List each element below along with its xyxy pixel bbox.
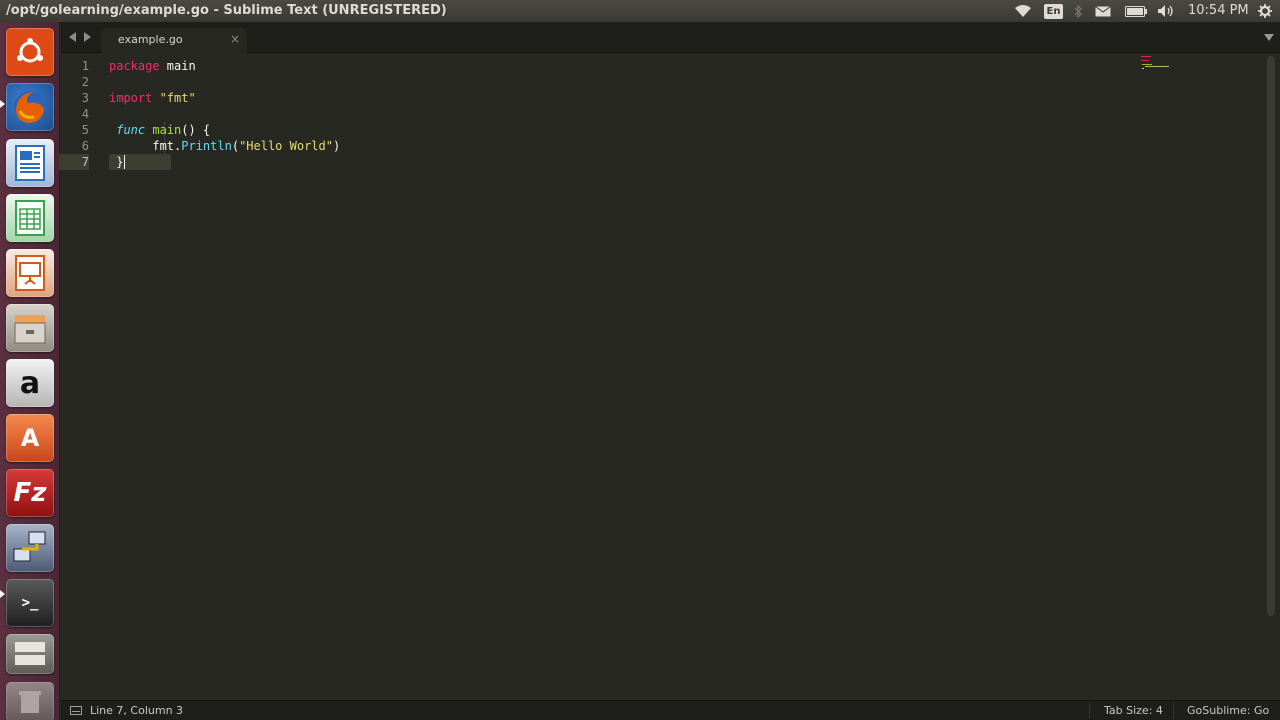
string-token: "Hello World": [239, 139, 333, 153]
libreoffice-writer-button[interactable]: [6, 139, 54, 187]
line-number: 1: [81, 59, 89, 73]
impress-icon: [15, 255, 45, 291]
writer-icon: [15, 145, 45, 181]
status-divider: [1173, 703, 1174, 719]
firefox-button[interactable]: [6, 83, 54, 131]
punctuation-token: () {: [181, 123, 211, 137]
function-name-token: main: [145, 123, 182, 137]
minimap-line: [1141, 60, 1149, 61]
code-line: fmt.Println("Hello World"): [109, 138, 340, 154]
text-cursor: [124, 155, 125, 169]
line-number: 5: [81, 123, 89, 137]
filezilla-button[interactable]: Fz: [6, 469, 54, 517]
line-number: 3: [81, 91, 89, 105]
syntax-selector[interactable]: GoSublime: Go: [1187, 704, 1269, 717]
firefox-icon: [14, 91, 46, 123]
string-token: "fmt": [152, 91, 196, 105]
trash-button[interactable]: [6, 682, 54, 720]
amazon-button[interactable]: a: [6, 359, 54, 407]
tab-label: example.go: [118, 33, 183, 46]
trash-icon: [19, 691, 41, 713]
battery-icon[interactable]: [1123, 0, 1149, 22]
dash-home-button[interactable]: [6, 28, 54, 76]
clock[interactable]: 10:54 PM: [1188, 3, 1249, 18]
brace-token: }: [109, 155, 124, 169]
minimap-line: [1142, 64, 1152, 65]
libreoffice-calc-button[interactable]: [6, 194, 54, 242]
libreoffice-impress-button[interactable]: [6, 249, 54, 297]
running-indicator: [0, 100, 5, 108]
identifier-token: main: [159, 59, 196, 73]
tab-size-selector[interactable]: Tab Size: 4: [1104, 704, 1163, 717]
top-panel: /opt/golearning/example.go - Sublime Tex…: [0, 0, 1280, 22]
files-button[interactable]: [6, 304, 54, 352]
line-number-current: 7: [59, 154, 89, 170]
line-number: 2: [81, 75, 89, 89]
keyword-token: func: [109, 123, 146, 137]
volume-icon[interactable]: [1156, 0, 1176, 22]
software-center-button[interactable]: A: [6, 414, 54, 462]
workspace-switcher-button[interactable]: [6, 634, 54, 674]
keyboard-layout-label: En: [1043, 3, 1064, 19]
code-line-current: }: [109, 154, 123, 170]
identifier-token: fmt.: [109, 139, 182, 153]
window-title: /opt/golearning/example.go - Sublime Tex…: [6, 3, 447, 18]
panel-toggle-icon[interactable]: [70, 706, 82, 715]
tab-example-go[interactable]: example.go ×: [101, 28, 247, 53]
code-line: package main: [109, 58, 196, 74]
line-number: 4: [81, 107, 89, 121]
tab-bar: example.go ×: [61, 22, 1280, 53]
keyword-token: package: [109, 59, 160, 73]
code-line: import "fmt": [109, 90, 196, 106]
launcher: a A Fz >_: [0, 22, 60, 720]
network-tool-button[interactable]: [6, 524, 54, 572]
line-number: 6: [81, 139, 89, 153]
filezilla-icon: Fz: [13, 478, 47, 508]
bluetooth-icon[interactable]: [1071, 0, 1085, 22]
tab-scroll-left-icon[interactable]: [69, 32, 76, 42]
cursor-position: Line 7, Column 3: [90, 704, 184, 717]
minimap-line: [1142, 68, 1144, 69]
tab-scroll-right-icon[interactable]: [84, 32, 91, 42]
file-cabinet-icon: [14, 315, 46, 344]
session-gear-icon[interactable]: [1256, 0, 1274, 22]
minimap-line: [1145, 66, 1169, 67]
tab-close-icon[interactable]: ×: [230, 32, 240, 46]
keyboard-layout-indicator[interactable]: En: [1043, 0, 1064, 22]
terminal-button[interactable]: >_: [6, 579, 54, 627]
ubuntu-logo-icon: [17, 38, 43, 63]
vertical-scrollbar[interactable]: [1267, 56, 1275, 616]
amazon-icon: a: [19, 365, 41, 401]
keyword-token: import: [109, 91, 153, 105]
terminal-icon: >_: [21, 595, 39, 611]
minimap-line: [1141, 56, 1151, 57]
status-bar: Line 7, Column 3 Tab Size: 4 GoSublime: …: [61, 700, 1280, 720]
code-line: func main() {: [109, 122, 210, 138]
network-computers-icon: [13, 531, 46, 562]
minimap[interactable]: [1141, 56, 1171, 70]
function-call-token: Println: [181, 139, 232, 153]
tab-list-dropdown-icon[interactable]: [1264, 34, 1274, 41]
running-indicator: [0, 590, 5, 598]
workspace-icon: [15, 642, 45, 665]
punctuation-token: (: [231, 139, 240, 153]
shopping-bag-icon: A: [20, 424, 40, 452]
editor-window: example.go × 1 2 3 4 5 6 7 package main …: [59, 22, 1280, 720]
mail-icon[interactable]: [1093, 0, 1113, 22]
punctuation-token: ): [332, 139, 341, 153]
status-divider: [1089, 703, 1090, 719]
calc-icon: [15, 200, 45, 236]
wifi-icon[interactable]: [1012, 0, 1034, 22]
